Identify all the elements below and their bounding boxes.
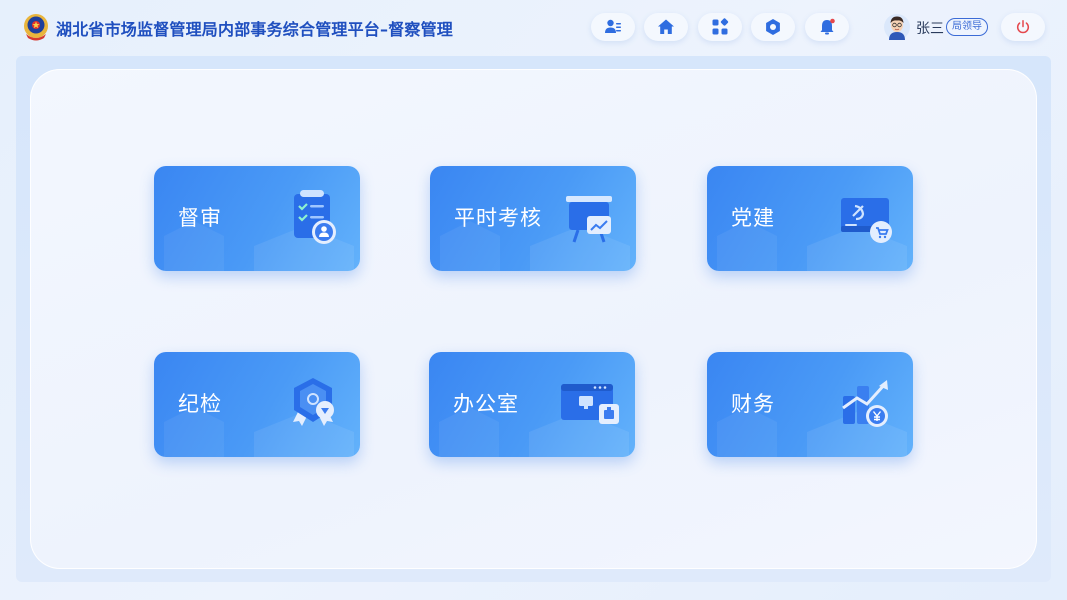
presentation-board-icon bbox=[566, 196, 612, 243]
module-label: 财务 bbox=[731, 392, 775, 416]
app-title: 湖北省市场监督管理局内部事务综合管理平台–督察管理 bbox=[56, 20, 454, 39]
module-card-jijian[interactable]: 纪检 bbox=[154, 352, 360, 457]
finance-chart-icon bbox=[842, 380, 888, 427]
user-role-badge: 局领导 bbox=[946, 18, 988, 36]
user-list-icon bbox=[605, 19, 621, 33]
party-flag-icon bbox=[841, 198, 892, 243]
logout-button[interactable] bbox=[1001, 13, 1045, 41]
module-card-pingshi-kaohe[interactable]: 平时考核 bbox=[430, 166, 636, 271]
police-emblem-icon bbox=[24, 14, 48, 41]
office-window-icon bbox=[561, 384, 619, 424]
module-label: 平时考核 bbox=[454, 206, 542, 230]
module-card-caiwu[interactable]: 财务 bbox=[707, 352, 913, 457]
notifications-button[interactable] bbox=[805, 13, 849, 41]
avatar-icon[interactable] bbox=[883, 12, 911, 42]
module-label: 党建 bbox=[731, 206, 775, 230]
home-button[interactable] bbox=[644, 13, 688, 41]
bell-icon bbox=[820, 18, 835, 35]
module-label: 办公室 bbox=[453, 392, 519, 416]
apps-grid-button[interactable] bbox=[698, 13, 742, 41]
module-card-dangjian[interactable]: 党建 bbox=[707, 166, 913, 271]
settings-icon bbox=[766, 19, 780, 35]
app-header: 湖北省市场监督管理局内部事务综合管理平台–督察管理 张三 局领导 bbox=[0, 0, 1067, 56]
settings-button[interactable] bbox=[751, 13, 795, 41]
module-card-dushen[interactable]: 督审 bbox=[154, 166, 360, 271]
home-icon bbox=[658, 19, 674, 34]
user-list-button[interactable] bbox=[591, 13, 635, 41]
audit-clipboard-icon bbox=[294, 190, 336, 244]
apps-grid-icon bbox=[712, 18, 729, 35]
shield-badge-icon bbox=[293, 378, 334, 426]
main-panel bbox=[30, 69, 1037, 569]
module-card-bangongshi[interactable]: 办公室 bbox=[429, 352, 635, 457]
user-name: 张三 bbox=[916, 21, 944, 37]
module-label: 纪检 bbox=[178, 392, 222, 416]
module-label: 督审 bbox=[178, 206, 222, 230]
power-icon bbox=[1016, 20, 1030, 34]
